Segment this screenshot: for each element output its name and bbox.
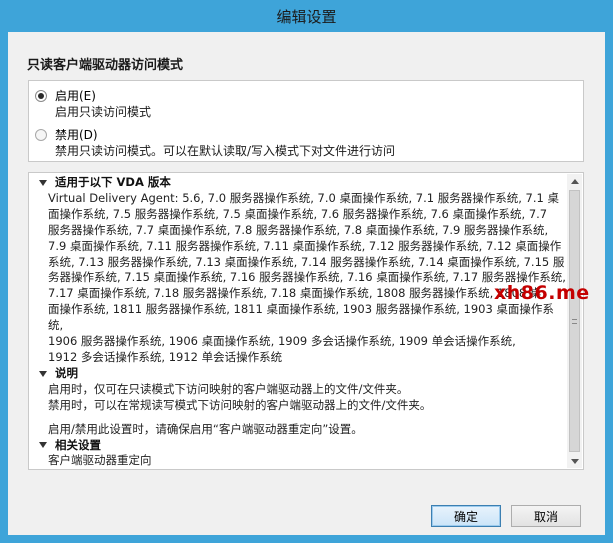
versions-line: 面操作系统, 1811 服务器操作系统, 1811 桌面操作系统, 1903 服… bbox=[48, 302, 554, 333]
options-group: 启用(E) 启用只读访问模式 禁用(D) 禁用只读访问模式。可以在默认读取/写入… bbox=[28, 80, 584, 162]
scroll-down-icon[interactable] bbox=[567, 454, 582, 468]
description-line: 禁用时，可以在常规读写模式下访问映射的客户端驱动器上的文件/文件夹。 bbox=[48, 397, 432, 412]
versions-line: Virtual Delivery Agent: 5.6, 7.0 服务器操作系统… bbox=[48, 190, 560, 205]
ok-button[interactable]: 确定 bbox=[431, 505, 501, 527]
disable-radio[interactable] bbox=[35, 129, 47, 141]
versions-heading[interactable]: 适用于以下 VDA 版本 bbox=[37, 175, 567, 191]
versions-line: 系统, 7.13 服务器操作系统, 7.13 桌面操作系统, 7.14 服务器操… bbox=[48, 254, 565, 269]
info-content: 适用于以下 VDA 版本 Virtual Delivery Agent: 5.6… bbox=[37, 175, 567, 469]
versions-line: 1912 多会话操作系统, 1912 单会话操作系统 bbox=[48, 349, 283, 364]
watermark-logo: xh86.me bbox=[494, 282, 590, 304]
cancel-button[interactable]: 取消 bbox=[511, 505, 581, 527]
versions-line: 务器操作系统, 7.15 桌面操作系统, 7.16 服务器操作系统, 7.16 … bbox=[48, 270, 566, 285]
description-body: 启用时，仅可在只读模式下访问映射的客户端驱动器上的文件/文件夹。 禁用时，可以在… bbox=[37, 382, 567, 438]
description-line: 启用时，仅可在只读模式下访问映射的客户端驱动器上的文件/文件夹。 bbox=[48, 381, 409, 396]
setting-title: 只读客户端驱动器访问模式 bbox=[27, 58, 184, 73]
vertical-scrollbar[interactable] bbox=[567, 174, 582, 468]
related-heading[interactable]: 相关设置 bbox=[37, 438, 567, 454]
option-enable[interactable]: 启用(E) 启用只读访问模式 bbox=[35, 88, 151, 120]
enable-description: 启用只读访问模式 bbox=[55, 105, 152, 119]
option-disable[interactable]: 禁用(D) 禁用只读访问模式。可以在默认读取/写入模式下对文件进行访问 bbox=[35, 127, 395, 159]
disable-label: 禁用(D) bbox=[55, 128, 98, 142]
enable-radio[interactable] bbox=[35, 90, 47, 102]
dialog-content: 只读客户端驱动器访问模式 启用(E) 启用只读访问模式 禁用(D) 禁用只读访问… bbox=[8, 32, 605, 535]
collapse-triangle-icon[interactable] bbox=[39, 179, 47, 186]
disable-description: 禁用只读访问模式。可以在默认读取/写入模式下对文件进行访问 bbox=[55, 144, 396, 158]
enable-label: 启用(E) bbox=[55, 89, 96, 103]
versions-line: 服务器操作系统, 7.7 桌面操作系统, 7.8 服务器操作系统, 7.8 桌面… bbox=[48, 222, 549, 237]
versions-line: 7.9 桌面操作系统, 7.11 服务器操作系统, 7.11 桌面操作系统, 7… bbox=[48, 238, 562, 253]
window-title: 编辑设置 bbox=[276, 7, 337, 26]
title-bar[interactable]: 编辑设置 bbox=[0, 0, 613, 32]
collapse-triangle-icon[interactable] bbox=[39, 442, 47, 449]
versions-line: 1906 服务器操作系统, 1906 桌面操作系统, 1909 多会话操作系统,… bbox=[48, 334, 516, 349]
versions-line: 7.17 桌面操作系统, 7.18 服务器操作系统, 7.18 桌面操作系统, … bbox=[48, 286, 542, 301]
info-panel: 适用于以下 VDA 版本 Virtual Delivery Agent: 5.6… bbox=[28, 172, 584, 470]
scroll-up-icon[interactable] bbox=[567, 174, 582, 188]
related-setting-link[interactable]: 客户端驱动器重定向 bbox=[48, 453, 567, 469]
related-body: 客户端驱动器重定向 bbox=[37, 453, 567, 469]
dialog-window: 编辑设置 只读客户端驱动器访问模式 启用(E) 启用只读访问模式 禁用(D) 禁… bbox=[0, 0, 613, 543]
description-heading-label: 说明 bbox=[55, 365, 78, 380]
description-heading[interactable]: 说明 bbox=[37, 366, 567, 382]
collapse-triangle-icon[interactable] bbox=[39, 370, 47, 377]
versions-list: Virtual Delivery Agent: 5.6, 7.0 服务器操作系统… bbox=[37, 191, 567, 366]
related-heading-label: 相关设置 bbox=[55, 437, 101, 452]
scroll-thumb[interactable] bbox=[569, 190, 580, 452]
versions-line: 面操作系统, 7.5 服务器操作系统, 7.5 桌面操作系统, 7.6 服务器操… bbox=[48, 206, 548, 221]
versions-heading-label: 适用于以下 VDA 版本 bbox=[55, 175, 171, 189]
description-line: 启用/禁用此设置时，请确保启用“客户端驱动器重定向”设置。 bbox=[48, 421, 363, 436]
